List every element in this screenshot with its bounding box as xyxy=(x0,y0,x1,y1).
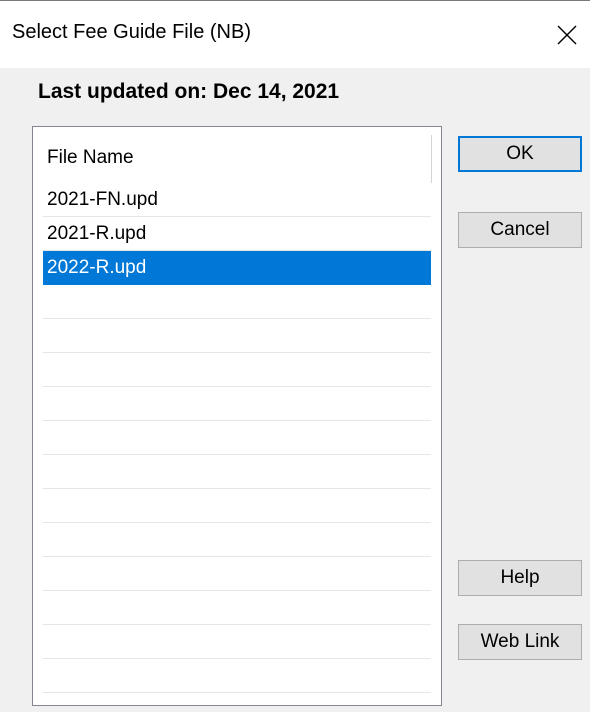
close-icon[interactable] xyxy=(548,17,586,53)
empty-row xyxy=(43,625,431,659)
title-bar[interactable]: Select Fee Guide File (NB) xyxy=(0,0,590,68)
empty-row xyxy=(43,523,431,557)
list-item[interactable]: 2021-R.upd xyxy=(43,217,431,251)
ok-button[interactable]: OK xyxy=(458,136,582,172)
empty-row xyxy=(43,557,431,591)
web-link-button[interactable]: Web Link xyxy=(458,624,582,660)
cancel-button[interactable]: Cancel xyxy=(458,212,582,248)
last-updated-label: Last updated on: Dec 14, 2021 xyxy=(38,80,340,103)
empty-row xyxy=(43,455,431,489)
empty-row xyxy=(43,489,431,523)
list-item-selected[interactable]: 2022-R.upd xyxy=(43,251,431,285)
empty-row xyxy=(43,353,431,387)
empty-row xyxy=(43,319,431,353)
file-listbox[interactable]: File Name 2021-FN.upd 2021-R.upd 2022-R.… xyxy=(32,126,442,706)
empty-row xyxy=(43,387,431,421)
empty-row xyxy=(43,285,431,319)
help-button[interactable]: Help xyxy=(458,560,582,596)
list-item[interactable]: 2021-FN.upd xyxy=(43,183,431,217)
header-divider xyxy=(431,135,432,183)
empty-row xyxy=(43,591,431,625)
window-title: Select Fee Guide File (NB) xyxy=(12,21,251,43)
column-header-file-name[interactable]: File Name xyxy=(47,147,134,169)
empty-row xyxy=(43,421,431,455)
empty-row xyxy=(43,659,431,693)
